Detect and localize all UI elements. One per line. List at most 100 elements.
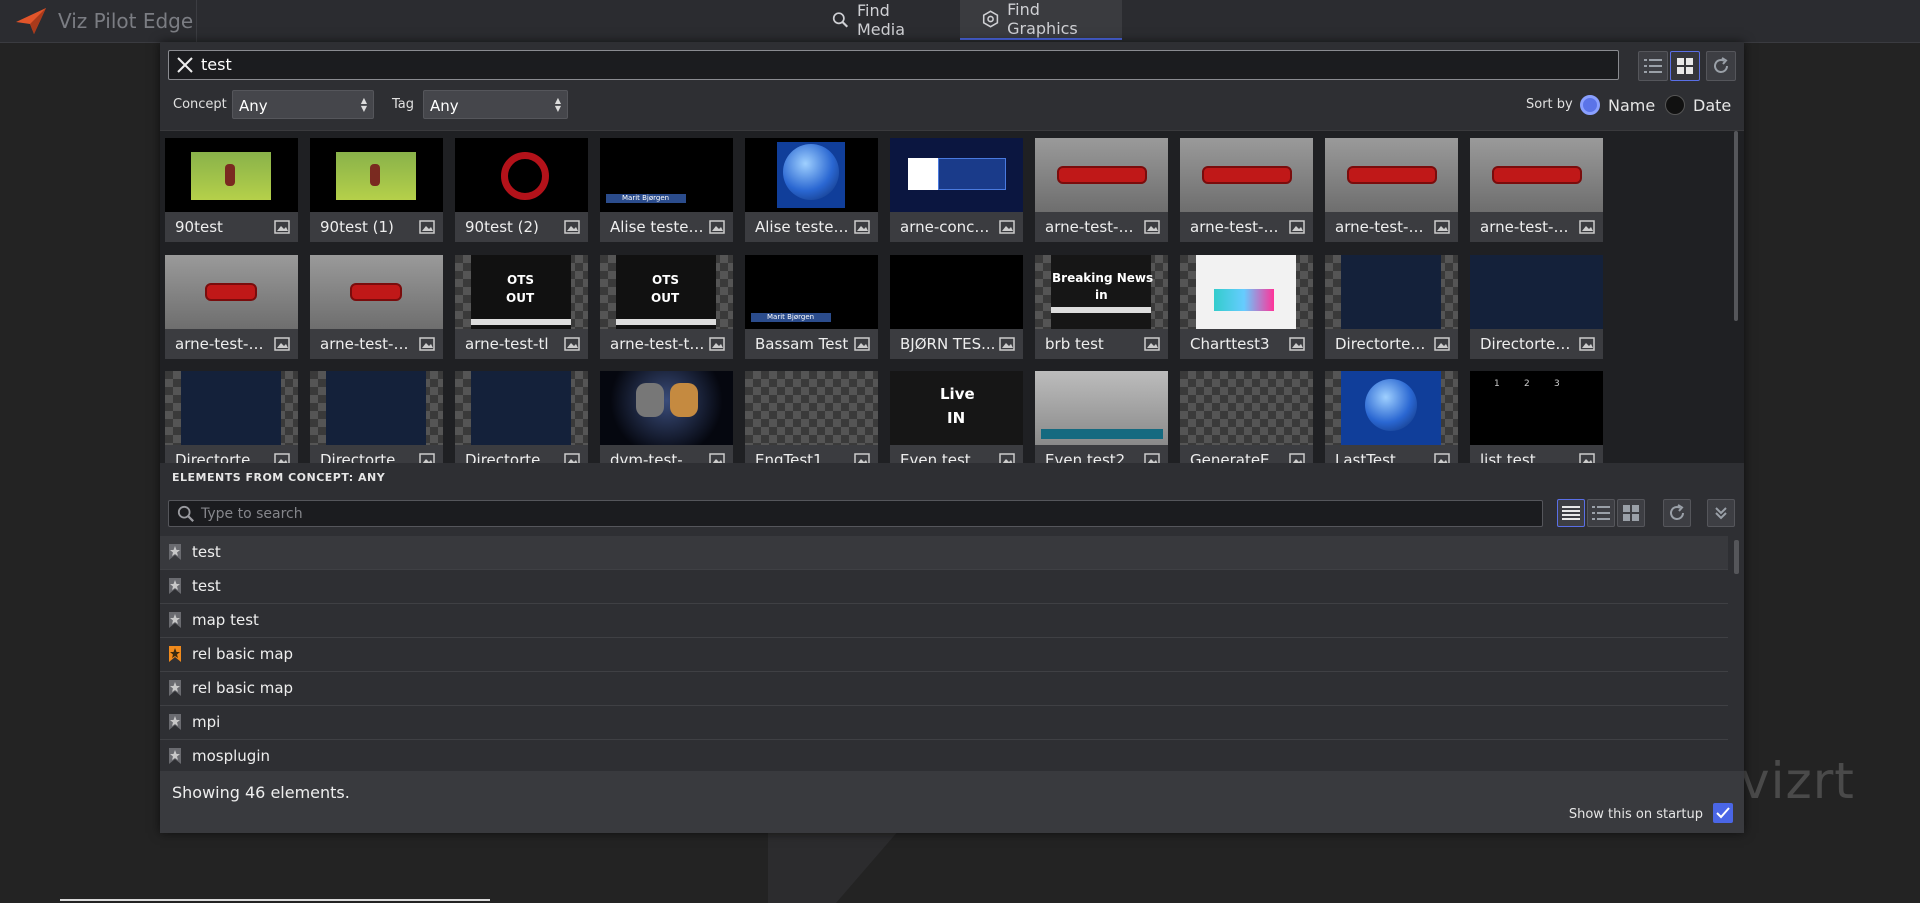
template-card[interactable]: Directortest7 [165, 371, 298, 463]
template-card[interactable]: Live IN Even test [890, 371, 1023, 463]
template-card[interactable]: Marit Bjørgen Bassam Test [745, 255, 878, 359]
template-card[interactable]: 90test (1) [310, 138, 443, 242]
image-icon[interactable] [854, 453, 870, 463]
image-icon[interactable] [1289, 337, 1305, 351]
template-card[interactable]: arne-test-si... [1180, 138, 1313, 242]
template-name: EngTest1 [755, 451, 823, 463]
grid-scrollbar[interactable] [1734, 131, 1738, 321]
image-icon[interactable] [274, 337, 290, 351]
show-on-startup-checkbox[interactable] [1713, 803, 1733, 823]
list-item[interactable]: test [160, 536, 1728, 570]
sort-date-radio[interactable] [1665, 95, 1685, 115]
image-icon[interactable] [999, 220, 1015, 234]
template-card[interactable]: Directortest8 [310, 371, 443, 463]
refresh-button[interactable] [1706, 51, 1736, 81]
image-icon[interactable] [999, 453, 1015, 463]
image-icon[interactable] [854, 337, 870, 351]
template-card[interactable]: dvm-test-7... [600, 371, 733, 463]
template-card[interactable]: Marit Bjørgen Alise tester... [600, 138, 733, 242]
image-icon[interactable] [1144, 220, 1160, 234]
close-icon[interactable] [175, 55, 195, 75]
template-card[interactable]: 90test [165, 138, 298, 242]
sort-date-label[interactable]: Date [1693, 96, 1731, 115]
graphics-icon [982, 10, 999, 28]
tag-select[interactable]: Any ▲ ▼ [423, 90, 568, 119]
collapse-button[interactable] [1707, 499, 1735, 527]
template-card[interactable]: 90test (2) [455, 138, 588, 242]
element-search-input[interactable]: Type to search [168, 500, 1543, 527]
image-icon[interactable] [564, 337, 580, 351]
template-name: Bassam Test [755, 335, 849, 353]
template-card[interactable]: OTS OUT arne-test-tl [455, 255, 588, 359]
template-card[interactable]: Even test2 [1035, 371, 1168, 463]
image-icon[interactable] [709, 220, 725, 234]
image-icon[interactable] [1579, 337, 1595, 351]
template-card[interactable]: Directortest9 [455, 371, 588, 463]
image-icon[interactable] [1144, 453, 1160, 463]
image-icon[interactable] [564, 220, 580, 234]
template-card[interactable]: arne-test-si... [1325, 138, 1458, 242]
tab-find-graphics[interactable]: Find Graphics [960, 0, 1122, 40]
image-icon[interactable] [419, 337, 435, 351]
template-card[interactable]: arne-test-si... [310, 255, 443, 359]
image-icon[interactable] [1434, 337, 1450, 351]
image-icon[interactable] [1579, 453, 1595, 463]
template-card[interactable]: Alise tester... [745, 138, 878, 242]
image-icon[interactable] [564, 453, 580, 463]
template-card[interactable]: arne-test-si... [1470, 138, 1603, 242]
tab-find-media[interactable]: Find Media [810, 0, 952, 40]
image-icon[interactable] [1289, 453, 1305, 463]
tab-label: Find Media [857, 1, 906, 39]
template-card[interactable]: GenerateEv... [1180, 371, 1313, 463]
image-icon[interactable] [1434, 453, 1450, 463]
grid-view-button[interactable] [1670, 51, 1700, 81]
list-item[interactable]: rel basic map [160, 638, 1728, 672]
image-icon[interactable] [274, 220, 290, 234]
template-card[interactable]: BJØRN TES... [890, 255, 1023, 359]
image-icon[interactable] [1434, 220, 1450, 234]
element-grid-view-button[interactable] [1617, 499, 1645, 527]
template-card[interactable]: Breaking News in brb test [1035, 255, 1168, 359]
template-thumbnail [455, 371, 588, 445]
checkmark-icon [1716, 807, 1730, 819]
template-thumbnail: OTS OUT [600, 255, 733, 329]
list-item[interactable]: map test [160, 604, 1728, 638]
image-icon[interactable] [999, 337, 1015, 351]
template-card[interactable]: arne-test-si... [1035, 138, 1168, 242]
template-card[interactable]: Directortes... [1470, 255, 1603, 359]
list-item[interactable]: rel basic map [160, 672, 1728, 706]
detail-list-view-button[interactable] [1587, 499, 1615, 527]
footer: Showing 46 elements. Show this on startu… [160, 771, 1744, 833]
search-value[interactable]: test [201, 55, 232, 74]
list-item[interactable]: mpi [160, 706, 1728, 740]
element-refresh-button[interactable] [1663, 499, 1691, 527]
image-icon[interactable] [274, 453, 290, 463]
image-icon[interactable] [854, 220, 870, 234]
template-card[interactable]: OTS OUT arne-test-tl-2 [600, 255, 733, 359]
template-card[interactable]: LastTest [1325, 371, 1458, 463]
list-scrollbar[interactable] [1734, 540, 1739, 574]
image-icon[interactable] [1579, 220, 1595, 234]
list-view-button[interactable] [1638, 51, 1668, 81]
sort-name-radio[interactable] [1580, 95, 1600, 115]
concept-select[interactable]: Any ▲ ▼ [232, 90, 374, 119]
image-icon[interactable] [419, 453, 435, 463]
image-icon[interactable] [709, 337, 725, 351]
image-icon[interactable] [1144, 337, 1160, 351]
list-item[interactable]: test [160, 570, 1728, 604]
template-search-input[interactable]: test [168, 50, 1619, 80]
template-card[interactable]: 1 2 3 list test [1470, 371, 1603, 463]
template-card[interactable]: EngTest1 [745, 371, 878, 463]
image-icon[interactable] [419, 220, 435, 234]
template-card[interactable]: arne-test-si... [165, 255, 298, 359]
template-card[interactable]: Directortes... [1325, 255, 1458, 359]
compact-list-view-button[interactable] [1557, 499, 1585, 527]
template-card[interactable]: arne-conce... [890, 138, 1023, 242]
sort-label: Sort by [1526, 97, 1573, 112]
image-icon[interactable] [709, 453, 725, 463]
template-card[interactable]: Charttest3 [1180, 255, 1313, 359]
vizrt-watermark: vizrt [1740, 752, 1855, 810]
sort-name-label[interactable]: Name [1608, 96, 1655, 115]
list-item[interactable]: mosplugin [160, 740, 1728, 771]
image-icon[interactable] [1289, 220, 1305, 234]
